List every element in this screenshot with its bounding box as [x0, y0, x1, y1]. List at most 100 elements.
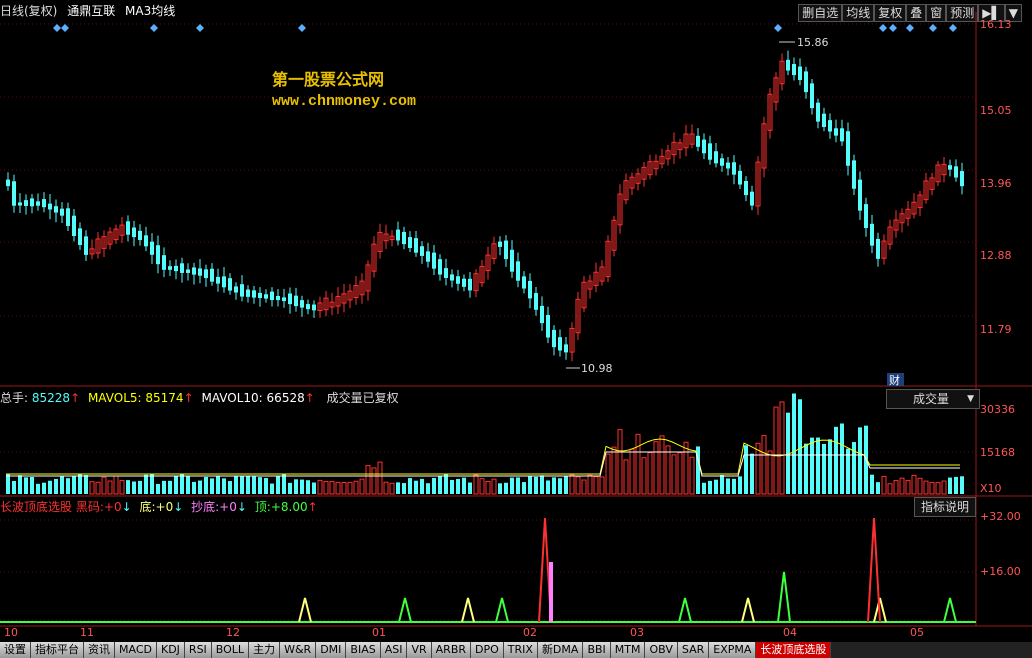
volume-selector[interactable]: 成交量 ▼: [886, 389, 980, 409]
signal-diamond: [298, 24, 306, 32]
top-signal: [678, 597, 692, 623]
bottom-signal: [298, 597, 312, 623]
volume-bar: [911, 474, 917, 495]
candle-body: [708, 143, 712, 160]
volume-bar: [276, 476, 280, 494]
date-tick: 04: [783, 626, 797, 639]
volume-bar: [234, 475, 238, 494]
volume-bar: [300, 479, 304, 494]
mavol10-label: MAVOL10:: [201, 391, 263, 405]
candle-body: [864, 204, 868, 228]
tab-10[interactable]: BIAS: [346, 642, 381, 658]
candle-body: [300, 300, 304, 308]
volume-bar: [498, 483, 502, 494]
candle-body: [870, 223, 874, 246]
down-arrow-icon: ↓: [121, 500, 132, 514]
candle-body: [816, 102, 820, 122]
volume-bar: [750, 453, 754, 494]
volume-bar: [408, 478, 412, 494]
signal-diamond: [53, 24, 61, 32]
tab-13[interactable]: ARBR: [431, 642, 472, 658]
volume-bar: [84, 475, 88, 494]
tab-9[interactable]: DMI: [316, 642, 347, 658]
date-tick: 02: [523, 626, 537, 639]
total-label: 总手:: [0, 391, 29, 405]
volume-bar: [126, 480, 130, 494]
candle-body: [312, 304, 316, 311]
volume-bar: [54, 478, 58, 494]
black-value: +0: [103, 500, 122, 514]
volume-bar: [822, 443, 826, 494]
top-signal: [777, 571, 791, 623]
candle-body: [210, 268, 214, 282]
candle-body: [726, 162, 730, 169]
volume-bar: [42, 482, 46, 494]
tab-19[interactable]: OBV: [645, 642, 678, 658]
tab-8[interactable]: W&R: [280, 642, 317, 658]
tab-1[interactable]: 指标平台: [31, 642, 84, 658]
tab-6[interactable]: BOLL: [211, 642, 250, 658]
candle-body: [84, 236, 88, 255]
chart-canvas[interactable]: 15.86 10.98 财: [0, 0, 1032, 642]
tab-17[interactable]: BBI: [583, 642, 611, 658]
volume-bar: [198, 480, 202, 494]
indicator-name[interactable]: 长波顶底选股: [0, 500, 72, 514]
tab-7[interactable]: 主力: [249, 642, 281, 658]
candle-body: [858, 179, 862, 211]
tab-0[interactable]: 设置: [0, 642, 31, 658]
candle-body: [744, 180, 748, 196]
tab-11[interactable]: ASI: [380, 642, 408, 658]
tab-3[interactable]: MACD: [115, 642, 157, 658]
indicator-tick: +16.00: [980, 565, 1021, 578]
low-annotation: 10.98: [581, 362, 613, 375]
tab-5[interactable]: RSI: [184, 642, 212, 658]
tab-18[interactable]: MTM: [610, 642, 646, 658]
fin-badge[interactable]: 财: [889, 373, 900, 387]
volume-series: [6, 393, 964, 495]
candle-body: [846, 131, 850, 166]
top-signal: [943, 597, 957, 623]
candle-body: [186, 269, 190, 273]
candle-body: [696, 135, 700, 147]
tab-12[interactable]: VR: [407, 642, 432, 658]
bottom-signal: [741, 597, 755, 623]
candle-body: [750, 191, 754, 206]
volume-bar: [546, 480, 550, 494]
candle-body: [234, 286, 238, 293]
volume-bar: [683, 441, 689, 495]
volume-bar: [611, 446, 617, 495]
price-grid: [0, 23, 976, 621]
tab-15[interactable]: TRIX: [503, 642, 538, 658]
tab-14[interactable]: DPO: [471, 642, 504, 658]
tab-2[interactable]: 资讯: [84, 642, 115, 658]
volume-bar: [659, 435, 665, 495]
volume-bar: [858, 427, 862, 494]
volume-bar: [905, 480, 911, 495]
tab-4[interactable]: KDJ: [156, 642, 185, 658]
volume-bar: [78, 474, 82, 494]
candle-body: [66, 208, 70, 226]
mavol5-value: 85174: [145, 391, 184, 405]
candle-body: [204, 269, 208, 279]
indicator-tabs: 设置 指标平台 资讯 MACD KDJ RSI BOLL 主力 W&R DMI BIAS ASI VR A…: [0, 642, 1032, 658]
volume-bar: [150, 474, 154, 494]
candle-body: [276, 295, 280, 301]
volume-bar: [162, 480, 166, 494]
candle-body: [222, 276, 226, 288]
volume-bar: [365, 465, 371, 495]
tab-20[interactable]: SAR: [677, 642, 710, 658]
price-tick: 15.05: [980, 104, 1012, 117]
volume-bar: [935, 482, 941, 495]
tab-16[interactable]: 新DMA: [537, 642, 584, 658]
black-signal: [867, 517, 881, 623]
candle-body: [426, 251, 430, 262]
volume-bar: [288, 482, 292, 494]
volume-bar: [18, 475, 22, 494]
candle-body: [174, 265, 178, 272]
tab-21[interactable]: EXPMA: [709, 642, 757, 658]
indicator-explain-button[interactable]: 指标说明: [914, 497, 976, 517]
volume-bar: [708, 480, 712, 494]
volume-bar: [107, 480, 113, 495]
tab-22[interactable]: 长波顶底选股: [756, 642, 832, 658]
volume-bar: [948, 477, 952, 494]
